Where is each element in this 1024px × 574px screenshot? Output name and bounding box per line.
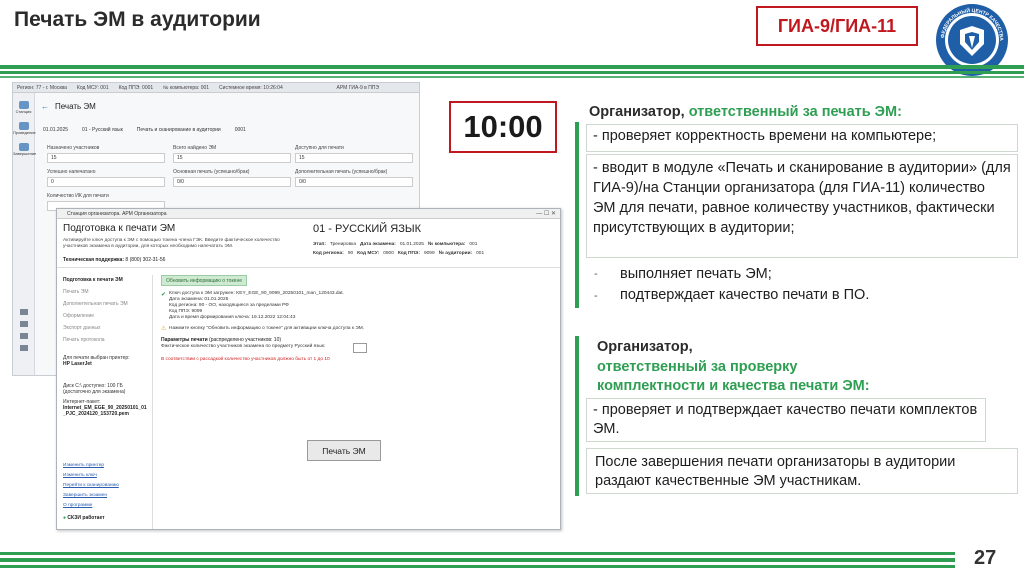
exam-info-row: 01.01.2025 01 - Русский язык Печать и ск… <box>43 127 246 133</box>
section2-item: - проверяет и подтверждает качество печа… <box>586 398 986 442</box>
header-stripe-1 <box>0 65 1024 69</box>
section1-item-2: - вводит в модуле «Печать и сканирование… <box>586 154 1018 258</box>
assigned-field: 15 <box>47 153 165 163</box>
main-print-field: 0/0 <box>173 177 291 187</box>
section2-title-1: Организатор, <box>597 339 693 355</box>
print-em-button[interactable]: Печать ЭМ <box>307 440 381 461</box>
warning-icon: ⚠ <box>161 326 167 332</box>
package-name: Internet_EM_EGE_90_20250101_01_PJC_20241… <box>63 405 147 417</box>
exam-meta-row-1: Этап: Тренировка Дата экзамена: 01.01.2025… <box>313 242 478 247</box>
menu-extra-print[interactable]: Дополнительная печать ЭМ <box>63 301 128 307</box>
footer-stripe-1 <box>0 552 955 555</box>
window-controls-icon[interactable]: — ☐ ✕ <box>536 210 556 217</box>
extra-print-field: 0/0 <box>295 177 413 187</box>
section1-bar <box>575 122 579 308</box>
warning-text: Нажмите кнопку "Обновить информацию о то… <box>169 326 365 331</box>
menu-protocol[interactable]: Печать протокола <box>63 337 105 343</box>
exam-meta-row-2: Код региона: 90 Код МСУ: 0900 Код ППЭ: 9099… <box>313 251 485 256</box>
prepare-title: Подготовка к печати ЭМ <box>63 223 176 234</box>
section1-item-1: - проверяет корректность времени на комп… <box>586 124 1018 152</box>
link-change-key[interactable]: Изменить ключ <box>63 473 97 478</box>
params-error: В соответствии с рассадкой количество уч… <box>161 357 330 362</box>
available-field: 15 <box>295 153 413 163</box>
found-field: 15 <box>173 153 291 163</box>
sidebar-tools <box>13 303 35 357</box>
section1-title: Организатор, ответственный за печать ЭМ: <box>589 104 902 120</box>
finish-icon[interactable] <box>18 143 29 151</box>
section2-title-3: комплектности и качества печати ЭМ: <box>597 378 870 394</box>
menu-export[interactable]: Экспорт данных <box>63 325 101 331</box>
footer-stripe-3 <box>0 565 955 568</box>
skzi-status: ● СКЗИ работает <box>63 515 105 521</box>
sound-icon[interactable] <box>20 333 28 339</box>
prepare-description: Активируйте ключ доступа к ЭМ с помощью … <box>63 238 280 249</box>
params-heading: Параметры печати (распределено участнико… <box>161 337 282 343</box>
support-line: Техническая поддержка: 8 (800) 302-31-56 <box>63 257 166 263</box>
page-title: Печать ЭМ в аудитории <box>14 8 261 31</box>
station-icon[interactable] <box>18 101 29 109</box>
section2-title-2: ответственный за проверку <box>597 359 798 375</box>
link-finish-exam[interactable]: Завершить экзамен <box>63 493 107 498</box>
section2-note: После завершения печати организаторы в а… <box>586 448 1018 494</box>
help-icon[interactable] <box>20 345 28 351</box>
section1-bullet-1: выполняет печать ЭМ; <box>620 266 772 282</box>
header-stripe-2 <box>0 71 1024 74</box>
screen-title: Печать ЭМ <box>55 102 96 111</box>
params-label: Фактическое количество участников экзаме… <box>161 344 326 349</box>
timer: 10:00 <box>449 101 557 153</box>
shield-icon: ● <box>63 515 67 521</box>
footer-stripe-2 <box>0 558 955 562</box>
menu-design[interactable]: Оформление <box>63 313 94 319</box>
section1-bullet-2: подтверждает качество печати в ПО. <box>620 287 870 303</box>
divider <box>57 267 560 268</box>
update-token-button[interactable]: Обновить информацию о токене <box>161 275 247 286</box>
printed-field: 0 <box>47 177 165 187</box>
header-stripe-3 <box>0 76 1024 78</box>
link-about[interactable]: О программе <box>63 503 92 508</box>
window-title-bar: Станция организатора. АРМ Организатора <box>57 209 560 219</box>
exam-badge: ГИА-9/ГИА-11 <box>756 6 918 46</box>
conduct-icon[interactable] <box>18 122 29 130</box>
back-arrow-icon[interactable]: ← <box>41 102 49 111</box>
left-menu: Подготовка к печати ЭМ Печать ЭМ Дополни… <box>57 275 153 529</box>
top-status-bar: Регион: 77 - г. Москва Код МСУ: 001 Код … <box>13 83 419 93</box>
link-change-printer[interactable]: Изменить принтер <box>63 463 104 468</box>
printer-name: HP LaserJet <box>63 361 92 367</box>
key-info: Ключ доступа к ЭМ загружен: KEY_EGE_90_9… <box>169 291 344 320</box>
subject-title: 01 - РУССКИЙ ЯЗЫК <box>313 223 421 235</box>
menu-prepare[interactable]: Подготовка к печати ЭМ <box>63 277 123 283</box>
screenshot-prepare-print: Станция организатора. АРМ Организатора —… <box>56 208 561 530</box>
check-icon: ✔ <box>161 292 167 298</box>
participants-count-input[interactable] <box>353 343 367 353</box>
page-number: 27 <box>974 547 997 569</box>
menu-print[interactable]: Печать ЭМ <box>63 289 89 295</box>
link-go-scan[interactable]: Перейти к сканированию <box>63 483 119 488</box>
scanner-icon[interactable] <box>20 321 28 327</box>
section2-bar <box>575 336 579 496</box>
printer-icon[interactable] <box>20 309 28 315</box>
